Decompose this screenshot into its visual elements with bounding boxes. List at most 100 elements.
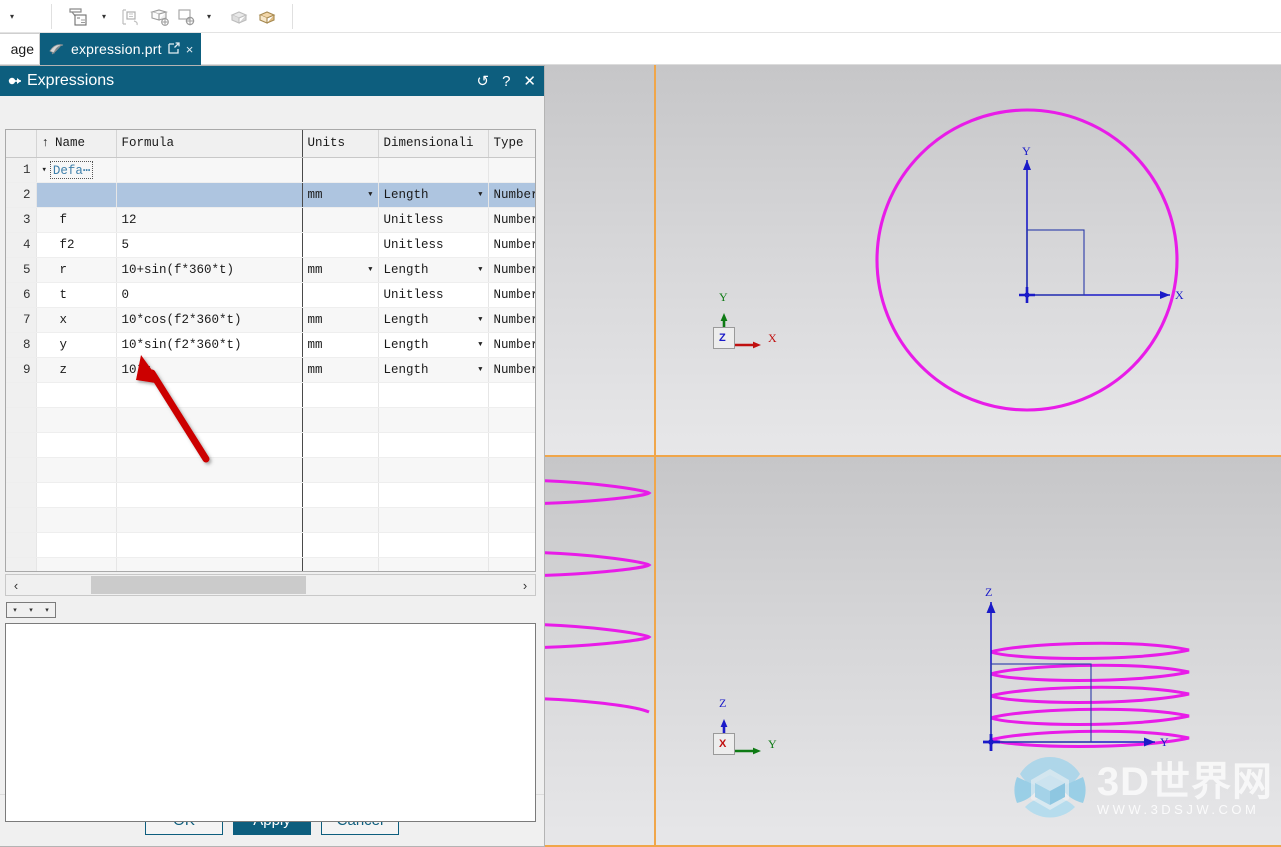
col-header-dimensionality[interactable]: Dimensionali: [378, 130, 489, 158]
col-header-name[interactable]: ↑ Name: [36, 130, 117, 158]
row-number[interactable]: [6, 432, 37, 458]
dialog-title-bar[interactable]: Expressions ↺ ? ✕: [0, 66, 544, 96]
cell-formula[interactable]: [116, 482, 303, 508]
dimensionality-dropdown-icon[interactable]: ▼: [472, 266, 482, 274]
insert-reference-caret-icon[interactable]: ▾: [45, 606, 49, 614]
table-row[interactable]: 3 f 12 Unitless Number: [6, 207, 535, 233]
cell-name[interactable]: x: [36, 307, 117, 333]
row-number[interactable]: [6, 507, 37, 533]
chevron-down-icon[interactable]: ▾: [42, 165, 47, 175]
cell-name[interactable]: [36, 382, 117, 408]
cell-name[interactable]: [36, 532, 117, 558]
cell-type[interactable]: [488, 507, 535, 533]
insert-measure-caret-icon[interactable]: ▾: [29, 606, 33, 614]
overflow-caret-button[interactable]: ▾: [0, 4, 24, 29]
cell-dimensionality[interactable]: [378, 407, 489, 433]
cell-units[interactable]: [302, 207, 379, 233]
cell-formula[interactable]: [116, 432, 303, 458]
cell-formula[interactable]: [116, 532, 303, 558]
cell-formula[interactable]: 10*t: [116, 357, 303, 383]
datum-caret-button[interactable]: ▾: [201, 4, 217, 29]
cell-name[interactable]: [36, 407, 117, 433]
cell-units[interactable]: [302, 507, 379, 533]
cell-name[interactable]: [36, 182, 117, 208]
dimensionality-dropdown-icon[interactable]: ▼: [472, 366, 482, 374]
table-row[interactable]: [6, 507, 535, 533]
cell-formula[interactable]: [116, 557, 303, 571]
cell-formula[interactable]: [116, 457, 303, 483]
cell-units[interactable]: [302, 157, 379, 183]
cell-name[interactable]: r: [36, 257, 117, 283]
cell-type[interactable]: [488, 157, 535, 183]
dimensionality-dropdown-icon[interactable]: ▼: [472, 316, 482, 324]
move-object-button[interactable]: [145, 4, 173, 29]
cell-formula[interactable]: [116, 382, 303, 408]
table-horizontal-scrollbar[interactable]: ‹ ›: [5, 574, 536, 596]
row-number[interactable]: 5: [6, 257, 37, 283]
cell-units[interactable]: [302, 282, 379, 308]
viewport-top-left[interactable]: [545, 65, 655, 455]
units-dropdown-icon[interactable]: ▼: [362, 266, 372, 274]
table-row[interactable]: 8 y 10*sin(f2*360*t) mm Length ▼ Number: [6, 332, 535, 358]
cell-formula[interactable]: 10*sin(f2*360*t): [116, 332, 303, 358]
cell-dimensionality[interactable]: [378, 557, 489, 571]
cell-formula[interactable]: 5: [116, 232, 303, 258]
cell-dimensionality[interactable]: [378, 532, 489, 558]
dimensionality-dropdown-icon[interactable]: ▼: [472, 341, 482, 349]
cell-type[interactable]: Number: [488, 182, 535, 208]
viewport-bottom-left[interactable]: [545, 456, 655, 847]
cell-type[interactable]: Number: [488, 232, 535, 258]
graphics-area[interactable]: Y X Z Y X Z Y X Z Y 3D世界网 WWW.3DSJW.COM: [545, 65, 1281, 847]
scroll-thumb[interactable]: [91, 576, 306, 594]
table-row[interactable]: [6, 457, 535, 483]
cell-name[interactable]: y: [36, 332, 117, 358]
measure-icon-button[interactable]: [62, 4, 96, 29]
cell-type[interactable]: [488, 482, 535, 508]
cell-dimensionality[interactable]: Length ▼: [378, 357, 489, 383]
row-number[interactable]: 1: [6, 157, 37, 183]
row-number[interactable]: 8: [6, 332, 37, 358]
tab-expression-prt[interactable]: expression.prt ×: [40, 33, 202, 65]
cell-name[interactable]: [36, 457, 117, 483]
cell-dimensionality[interactable]: Length ▼: [378, 307, 489, 333]
cell-name[interactable]: [36, 557, 117, 571]
detach-tab-icon[interactable]: [168, 41, 180, 57]
row-number[interactable]: [6, 382, 37, 408]
close-tab-icon[interactable]: ×: [186, 42, 194, 57]
cell-name[interactable]: f2: [36, 232, 117, 258]
row-number[interactable]: 6: [6, 282, 37, 308]
cell-units[interactable]: mm ▼: [302, 182, 379, 208]
row-number[interactable]: [6, 557, 37, 571]
cell-name[interactable]: t: [36, 282, 117, 308]
viewport-horizontal-splitter[interactable]: [545, 455, 1281, 457]
row-number[interactable]: [6, 532, 37, 558]
col-header-units[interactable]: Units: [302, 130, 379, 158]
cell-dimensionality[interactable]: Length ▼: [378, 332, 489, 358]
cell-units[interactable]: mm ▼: [302, 257, 379, 283]
close-button[interactable]: ✕: [523, 72, 536, 90]
cell-dimensionality[interactable]: Unitless: [378, 232, 489, 258]
cell-formula[interactable]: 10+sin(f*360*t): [116, 257, 303, 283]
table-row[interactable]: 2 mm ▼ Length ▼ Number: [6, 182, 535, 208]
scroll-track[interactable]: [26, 575, 515, 595]
cell-dimensionality[interactable]: Length ▼: [378, 182, 489, 208]
row-number[interactable]: 9: [6, 357, 37, 383]
help-button[interactable]: ?: [502, 73, 510, 90]
table-row[interactable]: 6 t 0 Unitless Number: [6, 282, 535, 308]
cell-dimensionality[interactable]: Unitless: [378, 207, 489, 233]
row-number[interactable]: [6, 407, 37, 433]
cell-type[interactable]: [488, 432, 535, 458]
row-number[interactable]: 7: [6, 307, 37, 333]
row-number[interactable]: 3: [6, 207, 37, 233]
cell-units[interactable]: [302, 532, 379, 558]
cell-units[interactable]: [302, 457, 379, 483]
expressions-table-wrapper[interactable]: ↑ Name Formula Units Dimensionali Type 1…: [5, 129, 536, 572]
units-dropdown-icon[interactable]: ▼: [362, 191, 372, 199]
cell-formula[interactable]: 12: [116, 207, 303, 233]
cell-units[interactable]: [302, 382, 379, 408]
cell-type[interactable]: Number: [488, 357, 535, 383]
table-row[interactable]: [6, 557, 535, 571]
reset-button[interactable]: ↺: [477, 72, 490, 90]
cell-formula[interactable]: 0: [116, 282, 303, 308]
table-row[interactable]: 5 r 10+sin(f*360*t) mm ▼ Length ▼ Number: [6, 257, 535, 283]
